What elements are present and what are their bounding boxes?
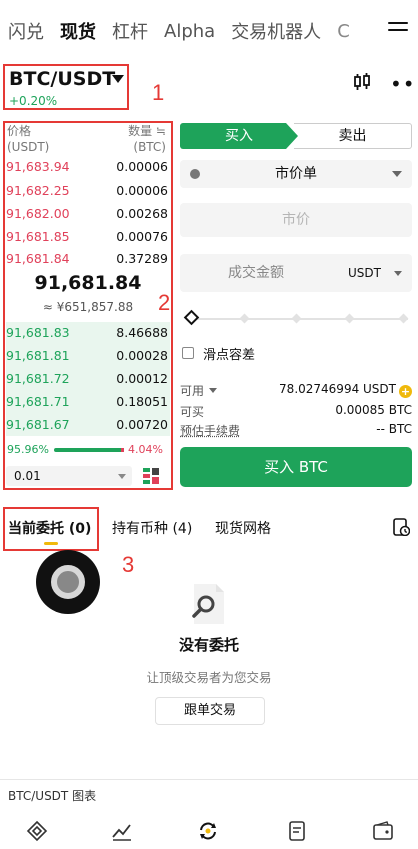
buy-sell-ratio-bar <box>54 448 124 452</box>
buy-btc-button[interactable]: 买入 BTC <box>180 447 412 487</box>
orderbook-layout-icon[interactable] <box>142 467 160 485</box>
markets-icon[interactable] <box>111 820 133 842</box>
tab-trading-bots[interactable]: 交易机器人 <box>231 18 321 44</box>
bid-row[interactable]: 91,681.67 0.00720 <box>6 412 170 436</box>
last-price[interactable]: 91,681.84 <box>6 272 170 294</box>
copy-trading-button[interactable]: 跟单交易 <box>155 697 265 725</box>
chart-link[interactable]: BTC/USDT 图表 <box>8 787 96 804</box>
chevron-down-icon <box>209 388 218 393</box>
chevron-down-icon <box>394 271 402 276</box>
annotation-number-1: 1 <box>152 80 165 105</box>
divider <box>0 779 418 780</box>
available-label-dropdown[interactable]: 可用 <box>180 382 218 399</box>
tab-holdings[interactable]: 持有币种 (4) <box>112 518 192 538</box>
empty-subtitle: 让顶级交易者为您交易 <box>146 670 272 685</box>
home-icon[interactable] <box>26 820 48 842</box>
active-tab-indicator <box>44 542 58 545</box>
price-header: 价格 (USDT) <box>7 124 50 154</box>
chevron-down-icon <box>118 474 126 479</box>
amount-input[interactable]: 成交金额 USDT <box>180 254 412 292</box>
bid-row[interactable]: 91,681.81 0.00028 <box>6 343 170 367</box>
last-price-cny: ≈ ¥651,857.88 <box>42 300 134 314</box>
order-type-label: 市价单 <box>275 166 317 182</box>
sell-tab[interactable]: 卖出 <box>294 123 412 149</box>
slider-step-75[interactable] <box>344 313 355 324</box>
add-funds-icon[interactable]: + <box>399 385 412 398</box>
info-icon[interactable] <box>190 169 200 179</box>
slider-step-25[interactable] <box>239 313 250 324</box>
bid-row[interactable]: 91,681.83 8.46688 <box>6 320 170 344</box>
empty-title: 没有委托 <box>178 636 239 654</box>
tab-spot[interactable]: 现货 <box>60 18 96 44</box>
amount-unit-select[interactable]: USDT <box>348 254 381 292</box>
ask-row[interactable]: 91,683.94 0.00006 <box>6 154 170 178</box>
top-tabs: 闪兑 现货 杠杆 Alpha 交易机器人 C <box>0 0 418 62</box>
pair-name[interactable]: BTC/USDT <box>9 68 115 90</box>
amount-placeholder: 成交金额 <box>228 265 284 281</box>
tab-margin[interactable]: 杠杆 <box>112 18 148 44</box>
can-buy-value: 0.00085 BTC <box>335 403 412 417</box>
buy-tab[interactable]: 买入 <box>180 123 298 149</box>
floating-avatar-icon[interactable] <box>36 550 100 614</box>
fee-value: -- BTC <box>376 422 412 436</box>
can-buy-row: 可买 0.00085 BTC <box>180 403 412 420</box>
slippage-checkbox[interactable] <box>182 347 194 359</box>
can-buy-label: 可买 <box>180 405 205 419</box>
bid-row[interactable]: 91,681.72 0.00012 <box>6 366 170 390</box>
slider-step-50[interactable] <box>291 313 302 324</box>
fee-row: 预估手续费 -- BTC <box>180 422 412 439</box>
trade-icon[interactable] <box>197 820 219 842</box>
price-input[interactable]: 市价 <box>180 203 412 237</box>
available-row: 可用 78.02746994 USDT + <box>180 382 412 399</box>
tab-spot-grid[interactable]: 现货网格 <box>215 518 271 538</box>
available-label: 可用 <box>180 384 205 398</box>
order-type-select[interactable]: 市价单 <box>180 160 412 188</box>
slider-step-100[interactable] <box>398 313 409 324</box>
ask-row[interactable]: 91,682.00 0.00268 <box>6 201 170 225</box>
wallet-icon[interactable] <box>372 820 394 842</box>
candlestick-icon[interactable] <box>352 72 372 92</box>
quantity-header: 数量 ≒ (BTC) <box>128 124 166 154</box>
ask-row[interactable]: 91,681.85 0.00076 <box>6 224 170 248</box>
annotation-number-3: 3 <box>122 552 135 577</box>
futures-icon[interactable] <box>286 820 308 842</box>
chevron-down-icon <box>392 171 402 177</box>
sell-ratio: 4.04% <box>128 443 163 456</box>
available-value: 78.02746994 USDT <box>279 382 396 396</box>
tick-size-select[interactable]: 0.01 <box>6 466 132 486</box>
order-history-icon[interactable] <box>392 518 410 536</box>
buy-ratio: 95.96% <box>7 443 49 456</box>
slider-thumb[interactable] <box>183 309 200 326</box>
tab-flash-swap[interactable]: 闪兑 <box>8 18 44 44</box>
slippage-label: 滑点容差 <box>203 348 256 363</box>
fee-label[interactable]: 预估手续费 <box>180 422 240 439</box>
empty-state-icon <box>192 584 224 624</box>
tab-open-orders[interactable]: 当前委托 (0) <box>8 518 91 538</box>
bid-row[interactable]: 91,681.71 0.18051 <box>6 389 170 413</box>
chevron-down-icon[interactable] <box>112 75 124 83</box>
tab-alpha[interactable]: Alpha <box>164 21 215 42</box>
menu-icon[interactable] <box>388 22 408 38</box>
price-change: +0.20% <box>9 94 58 108</box>
ask-row[interactable]: 91,681.84 0.37289 <box>6 246 170 270</box>
tab-overflow[interactable]: C <box>337 21 350 42</box>
more-icon[interactable]: ••• <box>390 72 418 96</box>
ask-row[interactable]: 91,682.25 0.00006 <box>6 178 170 202</box>
